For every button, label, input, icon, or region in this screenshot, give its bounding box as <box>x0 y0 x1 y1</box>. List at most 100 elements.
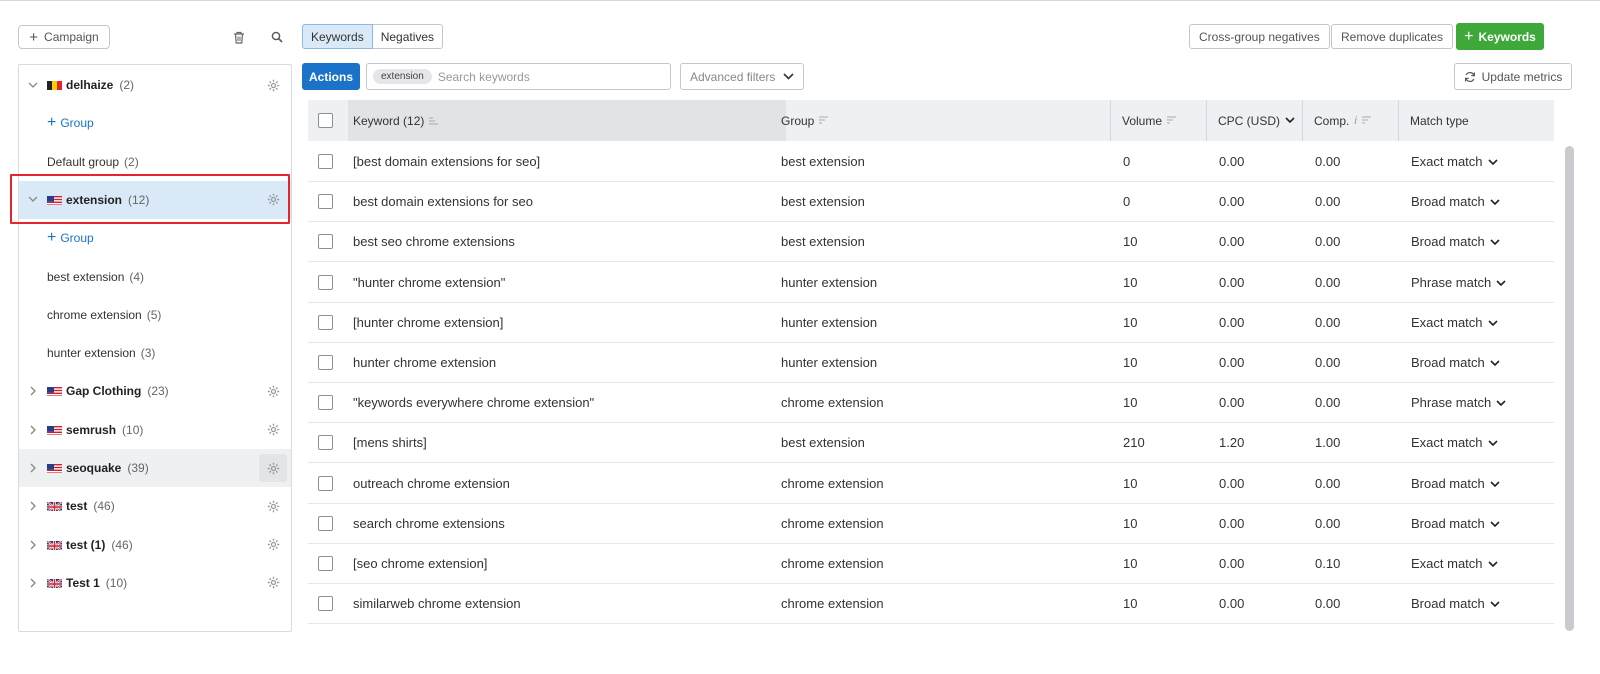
group-item[interactable]: Default group (2) <box>47 143 139 181</box>
gear-icon[interactable] <box>265 77 281 93</box>
table-row[interactable]: best domain extensions for seo best exten… <box>308 181 1554 223</box>
keyword-header-label: Keyword (12) <box>353 113 425 128</box>
match-type-dropdown[interactable]: Exact match <box>1411 141 1498 182</box>
search-campaigns-button[interactable] <box>267 27 287 47</box>
chevron-down-icon[interactable] <box>27 194 39 206</box>
match-type-dropdown[interactable]: Broad match <box>1411 181 1500 222</box>
match-type-dropdown[interactable]: Exact match <box>1411 422 1498 463</box>
advanced-filters-dropdown[interactable]: Advanced filters <box>680 63 804 90</box>
add-campaign-button[interactable]: + Campaign <box>18 25 110 49</box>
tab-negatives[interactable]: Negatives <box>372 24 444 49</box>
match-type-dropdown[interactable]: Broad match <box>1411 463 1500 504</box>
volume-column-header[interactable]: Volume <box>1122 100 1177 141</box>
chevron-right-icon[interactable] <box>27 577 39 589</box>
table-header: Keyword (12) Group Volume CPC (USD) Comp… <box>308 100 1554 141</box>
add-keywords-button[interactable]: + Keywords <box>1456 23 1544 50</box>
row-checkbox[interactable] <box>318 274 333 290</box>
row-checkbox[interactable] <box>318 234 333 250</box>
table-row[interactable]: search chrome extensions chrome extension… <box>308 503 1554 544</box>
match-type-dropdown[interactable]: Broad match <box>1411 221 1500 262</box>
row-checkbox[interactable] <box>318 314 333 330</box>
cross-group-negatives-button[interactable]: Cross-group negatives <box>1189 24 1330 49</box>
group-item[interactable]: best extension (4) <box>47 258 144 296</box>
match-type-dropdown[interactable]: Broad match <box>1411 583 1500 624</box>
gear-icon[interactable] <box>265 422 281 438</box>
delete-button[interactable] <box>229 27 249 47</box>
row-checkbox[interactable] <box>318 355 333 370</box>
row-checkbox[interactable] <box>318 515 333 531</box>
group-item[interactable]: chrome extension (5) <box>47 296 161 334</box>
table-row[interactable]: "hunter chrome extension" hunter extensio… <box>308 262 1554 303</box>
comp-column-header[interactable]: Comp. i <box>1314 100 1372 141</box>
table-row[interactable]: [mens shirts] best extension 210 1.20 1.00 Ex… <box>308 422 1554 464</box>
campaign-item-test-1[interactable]: test (1) (46) <box>19 526 291 564</box>
keyword-search-box[interactable]: extension <box>366 63 671 90</box>
gear-icon[interactable] <box>265 575 281 591</box>
chevron-right-icon[interactable] <box>27 462 39 474</box>
row-checkbox[interactable] <box>318 194 333 210</box>
keyword-column-header[interactable]: Keyword (12) <box>353 100 439 141</box>
campaign-item-test-1[interactable]: Test 1 (10) <box>19 564 291 602</box>
info-icon[interactable]: i <box>1354 115 1356 127</box>
table-scrollbar[interactable] <box>1565 146 1574 631</box>
add-group-button-extension[interactable]: + Group <box>47 219 94 257</box>
chevron-right-icon[interactable] <box>27 500 39 512</box>
campaign-item-delhaize[interactable]: delhaize (2) <box>19 66 291 104</box>
row-checkbox[interactable] <box>318 435 333 451</box>
tab-keywords[interactable]: Keywords <box>302 24 373 49</box>
row-checkbox[interactable] <box>318 154 333 169</box>
campaign-item-gap-clothing[interactable]: Gap Clothing (23) <box>19 372 291 410</box>
gear-icon[interactable] <box>265 192 281 208</box>
match-type-dropdown[interactable]: Broad match <box>1411 503 1500 544</box>
search-filter-chip[interactable]: extension <box>373 69 432 84</box>
match-type-dropdown[interactable]: Phrase match <box>1411 382 1506 423</box>
campaign-item-semrush[interactable]: semrush (10) <box>19 411 291 449</box>
group-column-header[interactable]: Group <box>781 100 829 141</box>
campaign-item-extension[interactable]: extension (12) <box>19 180 291 219</box>
table-row[interactable]: similarweb chrome extension chrome extens… <box>308 583 1554 625</box>
row-checkbox[interactable] <box>318 475 333 491</box>
gear-icon[interactable] <box>265 383 281 399</box>
volume-cell: 10 <box>1123 596 1138 612</box>
chevron-down-icon <box>1487 154 1498 169</box>
row-checkbox[interactable] <box>318 556 333 571</box>
select-all-checkbox[interactable] <box>318 113 333 128</box>
table-row[interactable]: hunter chrome extension hunter extension 1… <box>308 342 1554 383</box>
actions-button[interactable]: Actions <box>302 63 360 90</box>
table-row[interactable]: "keywords everywhere chrome extension" ch… <box>308 382 1554 424</box>
table-row[interactable]: [seo chrome extension] chrome extension 10… <box>308 543 1554 584</box>
chevron-right-icon[interactable] <box>27 539 39 551</box>
gear-icon[interactable] <box>265 498 281 514</box>
group-item[interactable]: hunter extension (3) <box>47 334 155 372</box>
search-input[interactable] <box>437 69 638 84</box>
update-metrics-button[interactable]: Update metrics <box>1454 63 1572 90</box>
table-row[interactable]: [hunter chrome extension] hunter extensio… <box>308 302 1554 343</box>
campaign-item-seoquake[interactable]: seoquake (39) <box>19 449 291 487</box>
match-type-dropdown[interactable]: Exact match <box>1411 302 1498 343</box>
volume-header-label: Volume <box>1122 113 1163 128</box>
match-type-label: Phrase match <box>1411 274 1492 290</box>
match-type-dropdown[interactable]: Exact match <box>1411 543 1498 584</box>
table-row[interactable]: outreach chrome extension chrome extensio… <box>308 463 1554 504</box>
keyword-cell: best seo chrome extensions <box>353 234 515 250</box>
chevron-right-icon[interactable] <box>27 385 39 397</box>
chevron-right-icon[interactable] <box>27 424 39 436</box>
match-type-label: Broad match <box>1411 596 1485 612</box>
table-row[interactable]: [best domain extensions for seo] best ext… <box>308 141 1554 182</box>
gear-icon[interactable] <box>265 537 281 553</box>
row-checkbox[interactable] <box>318 596 333 612</box>
gear-icon[interactable] <box>265 460 281 476</box>
cpc-column-header[interactable]: CPC (USD) <box>1218 100 1295 141</box>
remove-duplicates-button[interactable]: Remove duplicates <box>1331 24 1454 49</box>
match-type-label: Broad match <box>1411 515 1485 531</box>
chevron-down-icon[interactable] <box>27 79 39 91</box>
match-type-dropdown[interactable]: Phrase match <box>1411 262 1506 303</box>
row-checkbox[interactable] <box>318 395 333 411</box>
flag-us-icon <box>47 425 62 435</box>
campaign-item-test[interactable]: test (46) <box>19 487 291 525</box>
add-group-button-delhaize[interactable]: + Group <box>47 104 94 142</box>
table-row[interactable]: best seo chrome extensions best extension… <box>308 221 1554 263</box>
match-type-dropdown[interactable]: Broad match <box>1411 342 1500 383</box>
cpc-cell: 0.00 <box>1219 194 1245 210</box>
chevron-down-icon <box>1496 395 1506 410</box>
